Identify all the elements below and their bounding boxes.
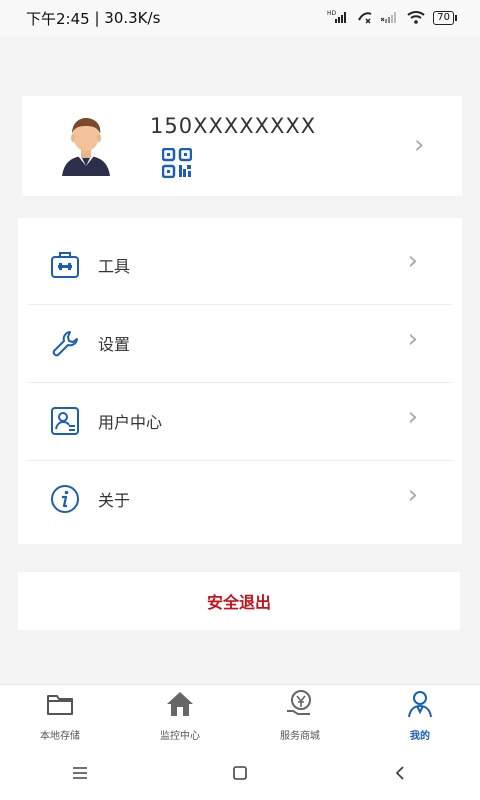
status-right: HD 70 xyxy=(327,10,457,27)
folder-icon xyxy=(45,689,75,719)
menu-label-user-center: 用户中心 xyxy=(98,413,163,432)
wifi-icon xyxy=(407,10,425,27)
menu-label-tools: 工具 xyxy=(98,257,131,276)
tab-mine[interactable]: 我的 xyxy=(360,685,480,747)
status-divider: | xyxy=(89,9,105,27)
info-icon xyxy=(50,484,80,514)
tab-monitor-center[interactable]: 监控中心 xyxy=(120,685,240,747)
call-off-icon xyxy=(357,10,373,27)
chevron-right-icon: › xyxy=(414,130,425,160)
signal-weak-icon xyxy=(380,10,399,27)
status-left: 下午2:45 | 30.3K/s xyxy=(26,8,160,29)
network-speed: 30.3K/s xyxy=(104,9,161,27)
tab-label: 监控中心 xyxy=(160,731,200,742)
toolbox-icon xyxy=(50,250,80,280)
menu-item-user-center[interactable]: 用户中心 › xyxy=(28,382,452,461)
home-square-icon[interactable] xyxy=(220,758,260,788)
wrench-icon xyxy=(50,328,80,358)
status-time: 下午2:45 xyxy=(26,9,90,28)
tab-label: 我的 xyxy=(410,731,430,742)
avatar xyxy=(56,114,116,176)
service-hand-icon xyxy=(285,689,315,719)
battery-icon: 70 xyxy=(433,11,457,25)
qr-code-icon[interactable] xyxy=(161,147,193,179)
chevron-right-icon: › xyxy=(407,402,418,432)
chevron-right-icon: › xyxy=(407,246,418,276)
menu-item-tools[interactable]: 工具 › xyxy=(28,226,452,305)
menu-label-about: 关于 xyxy=(98,491,131,510)
tab-label: 本地存储 xyxy=(40,731,80,742)
tab-local-storage[interactable]: 本地存储 xyxy=(0,685,120,747)
phone-number: 150XXXXXXXX xyxy=(150,114,317,138)
user-card-icon xyxy=(50,406,80,436)
home-icon xyxy=(165,689,195,719)
profile-card[interactable]: 150XXXXXXXX › xyxy=(22,96,462,196)
bottom-tab-bar: 本地存储 监控中心 服务商城 我的 xyxy=(0,684,480,747)
profile-icon xyxy=(405,689,435,719)
menu-item-about[interactable]: 关于 › xyxy=(28,460,452,538)
menu-item-settings[interactable]: 设置 › xyxy=(28,304,452,383)
menu-icon[interactable] xyxy=(60,758,100,788)
back-icon[interactable] xyxy=(380,758,420,788)
menu-card: 工具 › 设置 › 用户中心 › 关于 › xyxy=(18,218,462,544)
system-nav-bar xyxy=(0,746,480,800)
tab-service-mall[interactable]: 服务商城 xyxy=(240,685,360,747)
signal-icon: HD xyxy=(327,10,349,27)
logout-button[interactable]: 安全退出 xyxy=(18,572,460,630)
chevron-right-icon: › xyxy=(407,480,418,510)
tab-label: 服务商城 xyxy=(280,731,320,742)
menu-label-settings: 设置 xyxy=(98,335,131,354)
chevron-right-icon: › xyxy=(407,324,418,354)
status-bar: 下午2:45 | 30.3K/s HD 70 xyxy=(0,0,480,36)
svg-text:HD: HD xyxy=(327,10,337,17)
